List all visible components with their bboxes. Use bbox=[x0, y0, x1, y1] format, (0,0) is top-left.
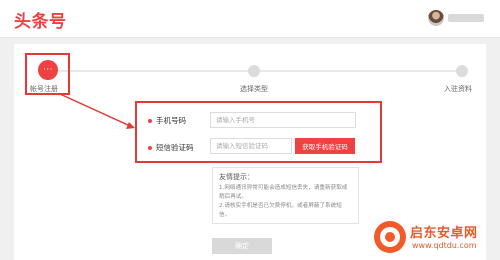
top-header: 头条号 bbox=[0, 0, 500, 38]
tips-item: 1.网络通讯异常可能会造成短信丢失，请重新获取或稍后再试。 bbox=[219, 185, 348, 200]
user-avatar[interactable] bbox=[428, 10, 444, 26]
username-blurred[interactable] bbox=[448, 14, 484, 22]
watermark-title: 启东安卓网 bbox=[410, 226, 478, 241]
confirm-button[interactable]: 确定 bbox=[212, 238, 272, 254]
tips-box: 友情提示： 1.网络通讯异常可能会造成短信丢失，请重新获取或稍后再试。 2.请核… bbox=[212, 167, 359, 224]
step-highlight-box bbox=[25, 53, 70, 95]
step-select-type-dot bbox=[248, 65, 260, 77]
tips-item: 2.请核实手机是否已欠费停机，或者屏蔽了系统短信。 bbox=[219, 203, 342, 218]
form-highlight-box bbox=[135, 101, 382, 163]
watermark-url: www.qdtdu.com bbox=[412, 241, 477, 250]
watermark-logo-icon bbox=[374, 221, 406, 253]
tips-title: 友情提示： bbox=[219, 173, 254, 181]
step-select-type-label: 选择类型 bbox=[240, 85, 268, 93]
toutiao-logo[interactable]: 头条号 bbox=[14, 7, 67, 32]
step-profile-dot bbox=[456, 65, 468, 77]
step-profile-label: 入驻资料 bbox=[444, 85, 472, 93]
